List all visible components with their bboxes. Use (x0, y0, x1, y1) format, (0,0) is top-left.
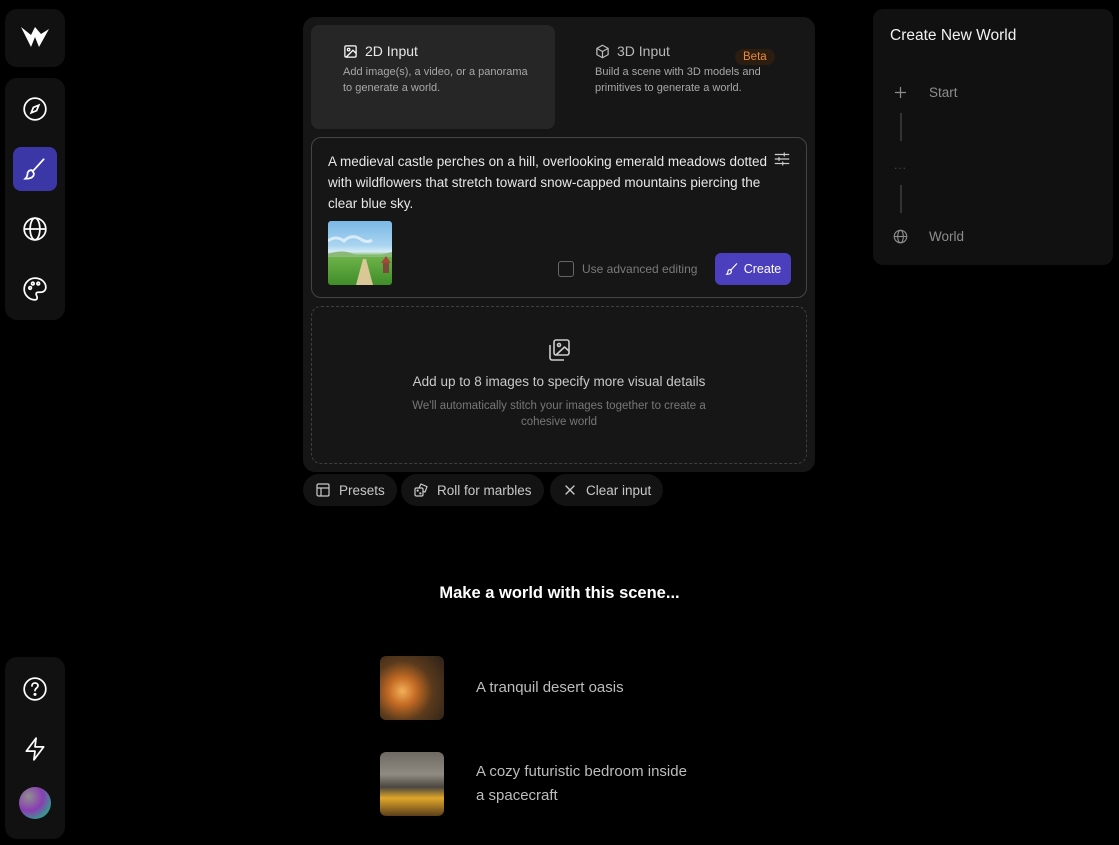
palette-icon (23, 277, 47, 301)
app-logo-container[interactable] (5, 9, 65, 67)
tab-2d-description: Add image(s), a video, or a panorama to … (343, 66, 528, 94)
add-images-icon (549, 339, 570, 361)
avatar[interactable] (19, 787, 51, 819)
help-button[interactable] (13, 667, 57, 711)
compass-icon (23, 97, 47, 121)
input-panel: 2D Input Add image(s), a video, or a pan… (303, 17, 815, 472)
sidebar-bottom (5, 657, 65, 839)
roll-label: Roll for marbles (437, 482, 532, 498)
suggestion-label: A tranquil desert oasis (476, 679, 624, 696)
step-world-label: World (929, 229, 965, 244)
logo-icon (21, 27, 49, 47)
image-dropzone[interactable]: Add up to 8 images to specify more visua… (311, 306, 807, 464)
suggestion-item[interactable]: A tranquil desert oasis (380, 656, 696, 720)
create-world-panel: Create New World Start ... World (873, 9, 1113, 265)
prompt-textarea[interactable]: A medieval castle perches on a hill, ove… (328, 151, 773, 214)
desert-oasis-thumbnail (380, 656, 444, 720)
beta-badge: Beta (735, 49, 775, 65)
sidebar-nav (5, 78, 65, 320)
cube-icon (596, 44, 609, 58)
image-icon (344, 44, 357, 58)
globe-icon (23, 217, 47, 241)
prompt-box[interactable]: A medieval castle perches on a hill, ove… (311, 137, 807, 298)
advanced-editing-toggle[interactable]: Use advanced editing (558, 261, 697, 277)
nav-worlds-button[interactable] (13, 207, 57, 251)
suggestion-item[interactable]: A cozy futuristic bedroom inside a space… (380, 752, 696, 816)
tab-2d-title: 2D Input (365, 43, 418, 59)
help-circle-icon (23, 677, 47, 701)
nav-styles-button[interactable] (13, 267, 57, 311)
landscape-image (328, 235, 392, 285)
roll-for-marbles-button[interactable]: Roll for marbles (401, 474, 544, 506)
close-icon (565, 485, 575, 495)
tab-3d-input[interactable]: 3D Input Build a scene with 3D models an… (563, 25, 807, 129)
globe-icon (893, 229, 908, 244)
side-panel-title: Create New World (890, 27, 1017, 44)
clear-label: Clear input (586, 482, 652, 498)
step-ellipsis: ... (894, 158, 908, 172)
tab-2d-input[interactable]: 2D Input Add image(s), a video, or a pan… (311, 25, 555, 129)
suggestion-label: A cozy futuristic bedroom inside a space… (476, 763, 687, 804)
create-button-label: Create (743, 262, 782, 276)
lightning-icon (25, 737, 45, 761)
layout-icon (316, 483, 330, 497)
prompt-image-thumbnail[interactable] (328, 221, 392, 285)
futuristic-bedroom-thumbnail (380, 752, 444, 816)
step-connector (900, 113, 902, 141)
nav-create-button[interactable] (13, 147, 57, 191)
upgrade-button[interactable] (13, 727, 57, 771)
plus-icon (894, 86, 907, 99)
tab-3d-description: Build a scene with 3D models and primiti… (595, 66, 761, 94)
presets-label: Presets (339, 482, 385, 498)
presets-button[interactable]: Presets (303, 474, 397, 506)
advanced-editing-checkbox[interactable] (558, 261, 574, 277)
brush-icon (23, 158, 45, 180)
advanced-editing-label: Use advanced editing (582, 262, 698, 276)
clear-input-button[interactable]: Clear input (550, 474, 664, 506)
create-button[interactable]: Create (715, 253, 791, 285)
sliders-icon[interactable] (773, 150, 791, 168)
nav-explore-button[interactable] (13, 87, 57, 131)
dropzone-title: Add up to 8 images to specify more visua… (412, 374, 706, 389)
step-start: Start (893, 85, 958, 100)
step-world: World (893, 229, 964, 244)
dice-icon (414, 483, 428, 497)
step-start-label: Start (929, 85, 958, 100)
tab-3d-title: 3D Input (617, 43, 670, 59)
step-connector (900, 185, 902, 213)
brush-icon (725, 263, 737, 275)
suggestions-heading: Make a world with this scene... (439, 584, 680, 602)
dropzone-subtitle: We'll automatically stitch your images t… (412, 400, 706, 428)
